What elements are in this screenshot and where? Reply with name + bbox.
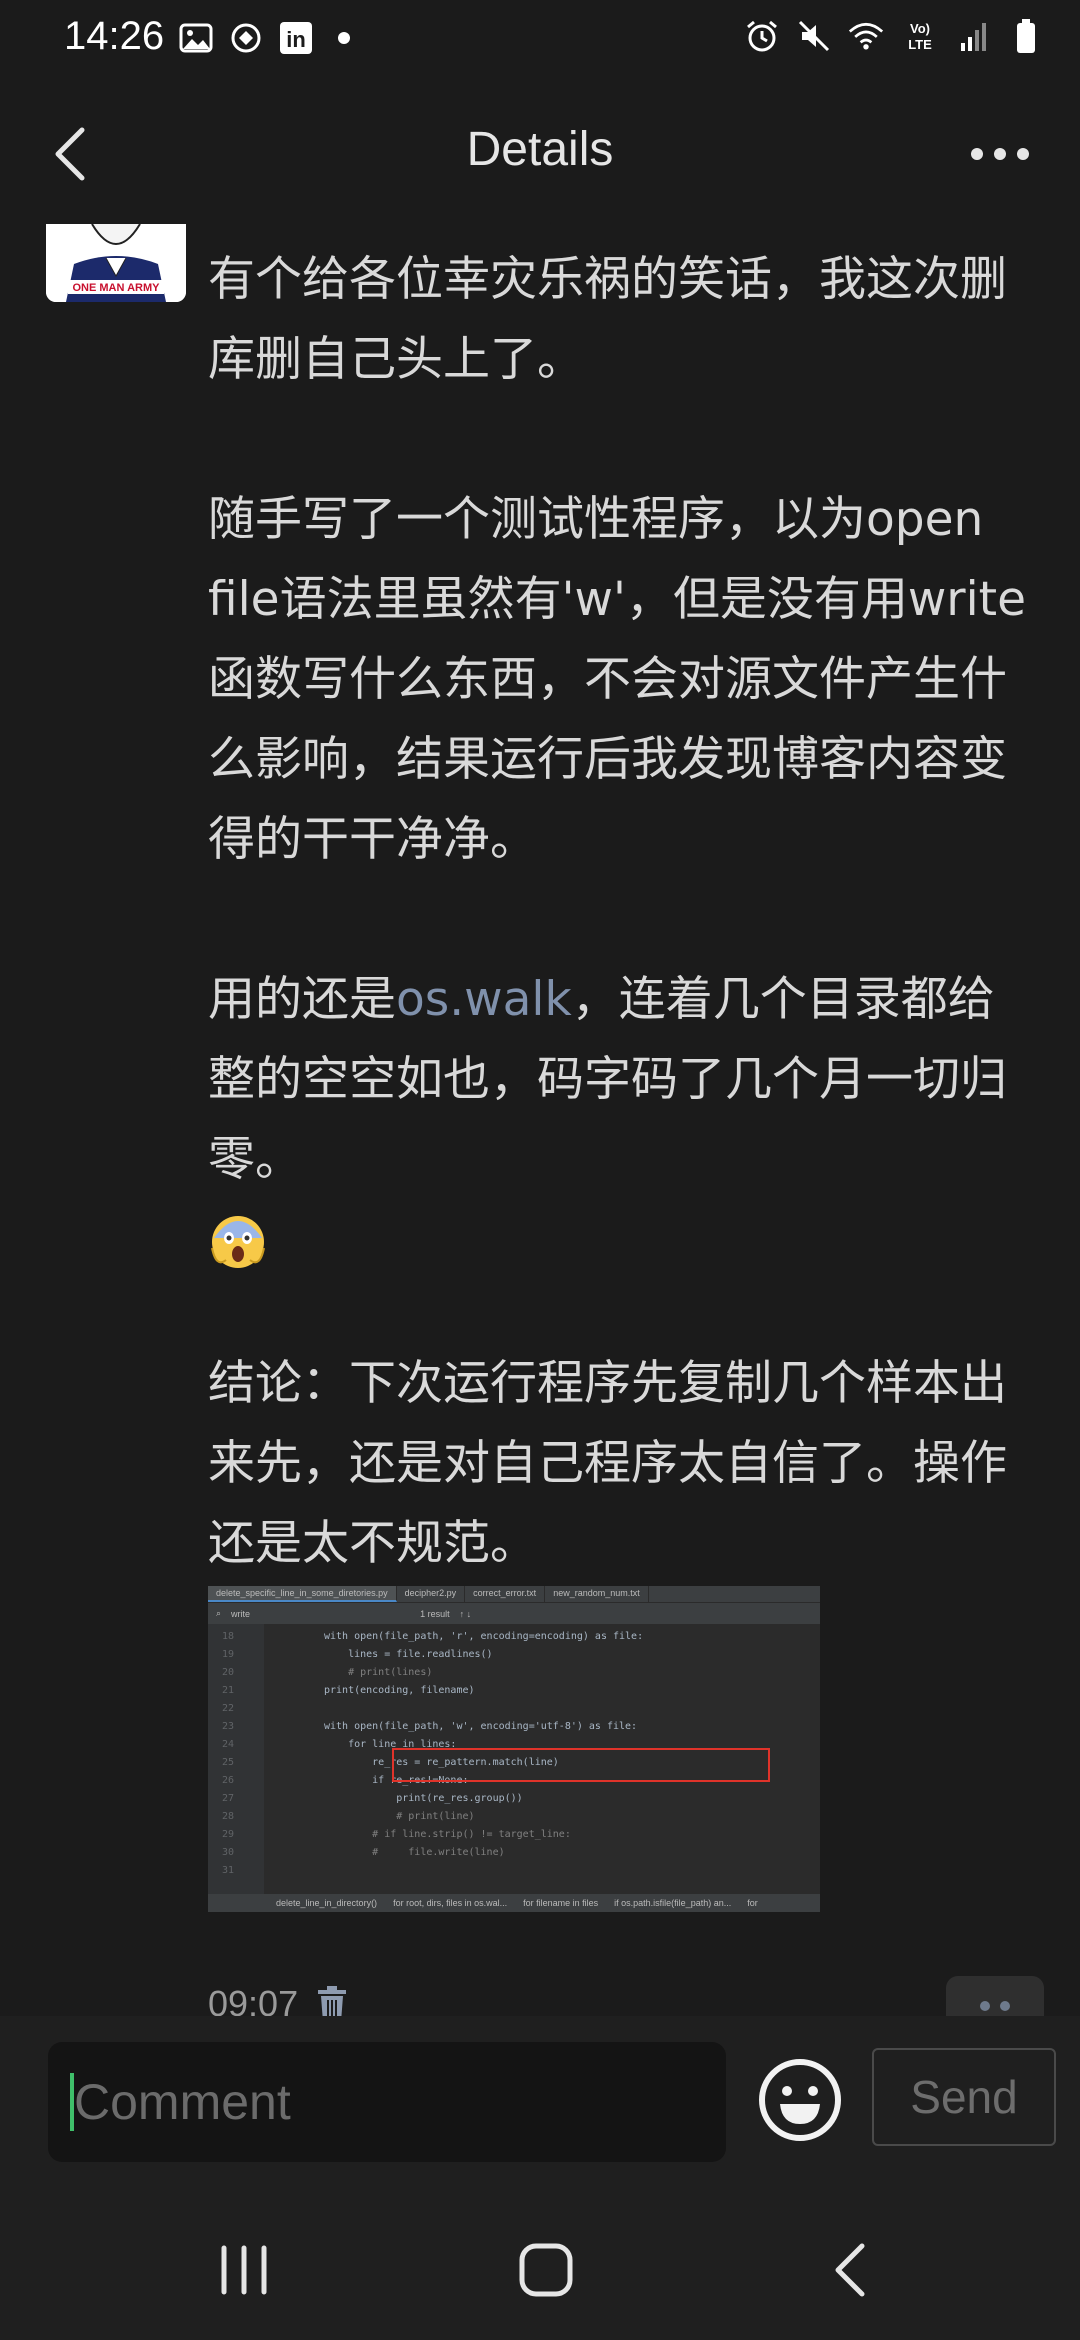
scream-emoji-icon bbox=[208, 1210, 268, 1270]
alarm-icon bbox=[744, 18, 780, 54]
more-dots-icon bbox=[980, 2001, 990, 2011]
linkedin-icon: in bbox=[278, 20, 314, 56]
line-number: 24 bbox=[221, 1739, 234, 1750]
send-button[interactable]: Send bbox=[872, 2048, 1056, 2146]
signal-icon bbox=[956, 18, 992, 54]
code-text: # file.write(line) bbox=[324, 1847, 505, 1858]
mute-icon bbox=[796, 18, 832, 54]
status-bar: 14:26 in Vo) LTE bbox=[0, 0, 1080, 80]
ide-tab: correct_error.txt bbox=[465, 1586, 546, 1602]
code-line: 29 # if line.strip() != target_line: bbox=[208, 1826, 820, 1844]
svg-text:ONE MAN ARMY: ONE MAN ARMY bbox=[73, 282, 161, 294]
ide-find-text: write bbox=[231, 1608, 251, 1619]
code-text: with open(file_path, 'w', encoding='utf-… bbox=[324, 1721, 638, 1732]
post-paragraph: 用的还是os.walk，连着几个目录都给整的空空如也，码字码了几个月一切归零。 bbox=[208, 972, 1007, 1187]
battery-icon bbox=[1008, 18, 1044, 54]
ide-search-icon: ⌕ bbox=[216, 1608, 222, 1618]
code-line: 18 with open(file_path, 'r', encoding=enc… bbox=[208, 1628, 820, 1646]
line-number: 20 bbox=[221, 1667, 234, 1678]
line-number: 21 bbox=[221, 1685, 234, 1696]
code-line: 30 # file.write(line) bbox=[208, 1844, 820, 1862]
avatar[interactable]: ONE MAN ARMY bbox=[46, 224, 186, 302]
comment-bar: Comment Send bbox=[0, 2016, 1080, 2196]
line-number: 22 bbox=[221, 1703, 234, 1714]
post-paragraph: 有个给各位幸灾乐祸的笑话，我这次删库删自己头上了。 bbox=[208, 252, 1007, 387]
code-line: 21 print(encoding, filename) bbox=[208, 1682, 820, 1700]
gallery-icon bbox=[178, 20, 214, 56]
emoji-button[interactable] bbox=[756, 2056, 844, 2144]
ide-code-area: 18 with open(file_path, 'r', encoding=enc… bbox=[208, 1624, 820, 1894]
status-right-icons: Vo) LTE bbox=[744, 18, 1044, 54]
status-left-icons: in bbox=[178, 20, 350, 56]
code-text: print(re_res.group()) bbox=[324, 1793, 523, 1804]
line-number: 27 bbox=[221, 1793, 234, 1804]
post-timestamp: 09:07 bbox=[208, 1983, 299, 2016]
line-number: 30 bbox=[221, 1847, 234, 1858]
line-number: 26 bbox=[221, 1775, 234, 1786]
svg-text:LTE: LTE bbox=[908, 37, 932, 52]
code-line: 28 # print(line) bbox=[208, 1808, 820, 1826]
post-detail-content[interactable]: ONE MAN ARMY 有个给各位幸灾乐祸的笑话，我这次删库删自己头上了。 随… bbox=[0, 224, 1080, 2016]
code-text: # print(lines) bbox=[324, 1667, 433, 1678]
more-options-button[interactable] bbox=[950, 114, 1050, 194]
volte-icon: Vo) LTE bbox=[900, 18, 940, 54]
delete-button[interactable] bbox=[312, 1982, 352, 2016]
recent-apps-icon bbox=[221, 2245, 267, 2295]
home-button[interactable] bbox=[496, 2220, 596, 2320]
code-text: # print(line) bbox=[324, 1811, 475, 1822]
post-body: 有个给各位幸灾乐祸的笑话，我这次删库删自己头上了。 随手写了一个测试性程序，以为… bbox=[208, 240, 1028, 1584]
comment-placeholder: Comment bbox=[74, 2074, 291, 2130]
top-app-bar: Details bbox=[0, 80, 1080, 224]
line-number: 29 bbox=[221, 1829, 234, 1840]
red-highlight-box bbox=[392, 1748, 770, 1782]
comment-input[interactable]: Comment bbox=[48, 2042, 726, 2162]
line-number: 25 bbox=[221, 1757, 234, 1768]
code-text: lines = file.readlines() bbox=[324, 1649, 493, 1660]
post-meta: 09:07 bbox=[208, 1974, 352, 2016]
sync-icon bbox=[228, 20, 264, 56]
code-line: 31 bbox=[208, 1862, 820, 1880]
ide-tabs: delete_specific_line_in_some_diretories.… bbox=[208, 1586, 820, 1602]
code-line: 27 print(re_res.group()) bbox=[208, 1790, 820, 1808]
attached-code-screenshot[interactable]: delete_specific_line_in_some_diretories.… bbox=[208, 1586, 820, 1912]
code-line: 20 # print(lines) bbox=[208, 1664, 820, 1682]
line-number: 18 bbox=[221, 1631, 234, 1642]
ide-find-arrows-icon: ↑ ↓ bbox=[459, 1608, 472, 1619]
svg-text:Vo): Vo) bbox=[910, 21, 930, 36]
ide-find-result: 1 result bbox=[420, 1608, 450, 1619]
page-title: Details bbox=[466, 123, 614, 176]
ide-tab: new_random_num.txt bbox=[545, 1586, 649, 1602]
home-icon bbox=[519, 2243, 573, 2297]
post-paragraph: 结论：下次运行程序先复制几个样本出来先，还是对自己程序太自信了。操作还是太不规范… bbox=[208, 1356, 1007, 1571]
code-text: # if line.strip() != target_line: bbox=[324, 1829, 571, 1840]
os-walk-link[interactable]: os.walk bbox=[396, 972, 572, 1027]
code-text: with open(file_path, 'r', encoding=encod… bbox=[324, 1631, 644, 1642]
svg-text:in: in bbox=[286, 27, 306, 52]
nav-back-button[interactable] bbox=[800, 2220, 900, 2320]
ide-find-bar: ⌕ write 1 result ↑ ↓ bbox=[208, 1602, 820, 1624]
status-time: 14:26 bbox=[64, 14, 165, 58]
code-line: 22 bbox=[208, 1700, 820, 1718]
notification-dot-icon bbox=[338, 32, 350, 44]
line-number: 19 bbox=[221, 1649, 234, 1660]
wifi-icon bbox=[848, 18, 884, 54]
trash-icon bbox=[318, 1986, 347, 2016]
line-number: 23 bbox=[221, 1721, 234, 1732]
ide-tab: decipher2.py bbox=[397, 1586, 466, 1602]
ide-tab: delete_specific_line_in_some_diretories.… bbox=[208, 1586, 397, 1602]
post-paragraph: 随手写了一个测试性程序，以为open file语法里虽然有'w'，但是没有用wr… bbox=[208, 492, 1027, 867]
code-text: print(encoding, filename) bbox=[324, 1685, 475, 1696]
line-number: 31 bbox=[221, 1865, 234, 1876]
ide-breadcrumbs: delete_line_in_directory() for root, dir… bbox=[208, 1894, 820, 1912]
code-line: 19 lines = file.readlines() bbox=[208, 1646, 820, 1664]
system-nav-bar bbox=[0, 2196, 1080, 2340]
smiley-icon bbox=[759, 2059, 841, 2141]
more-horizontal-icon bbox=[971, 148, 983, 160]
back-icon bbox=[835, 2243, 865, 2297]
code-line: 23 with open(file_path, 'w', encoding='ut… bbox=[208, 1718, 820, 1736]
line-number: 28 bbox=[221, 1811, 234, 1822]
reaction-button[interactable] bbox=[946, 1976, 1044, 2016]
recent-apps-button[interactable] bbox=[194, 2220, 294, 2320]
